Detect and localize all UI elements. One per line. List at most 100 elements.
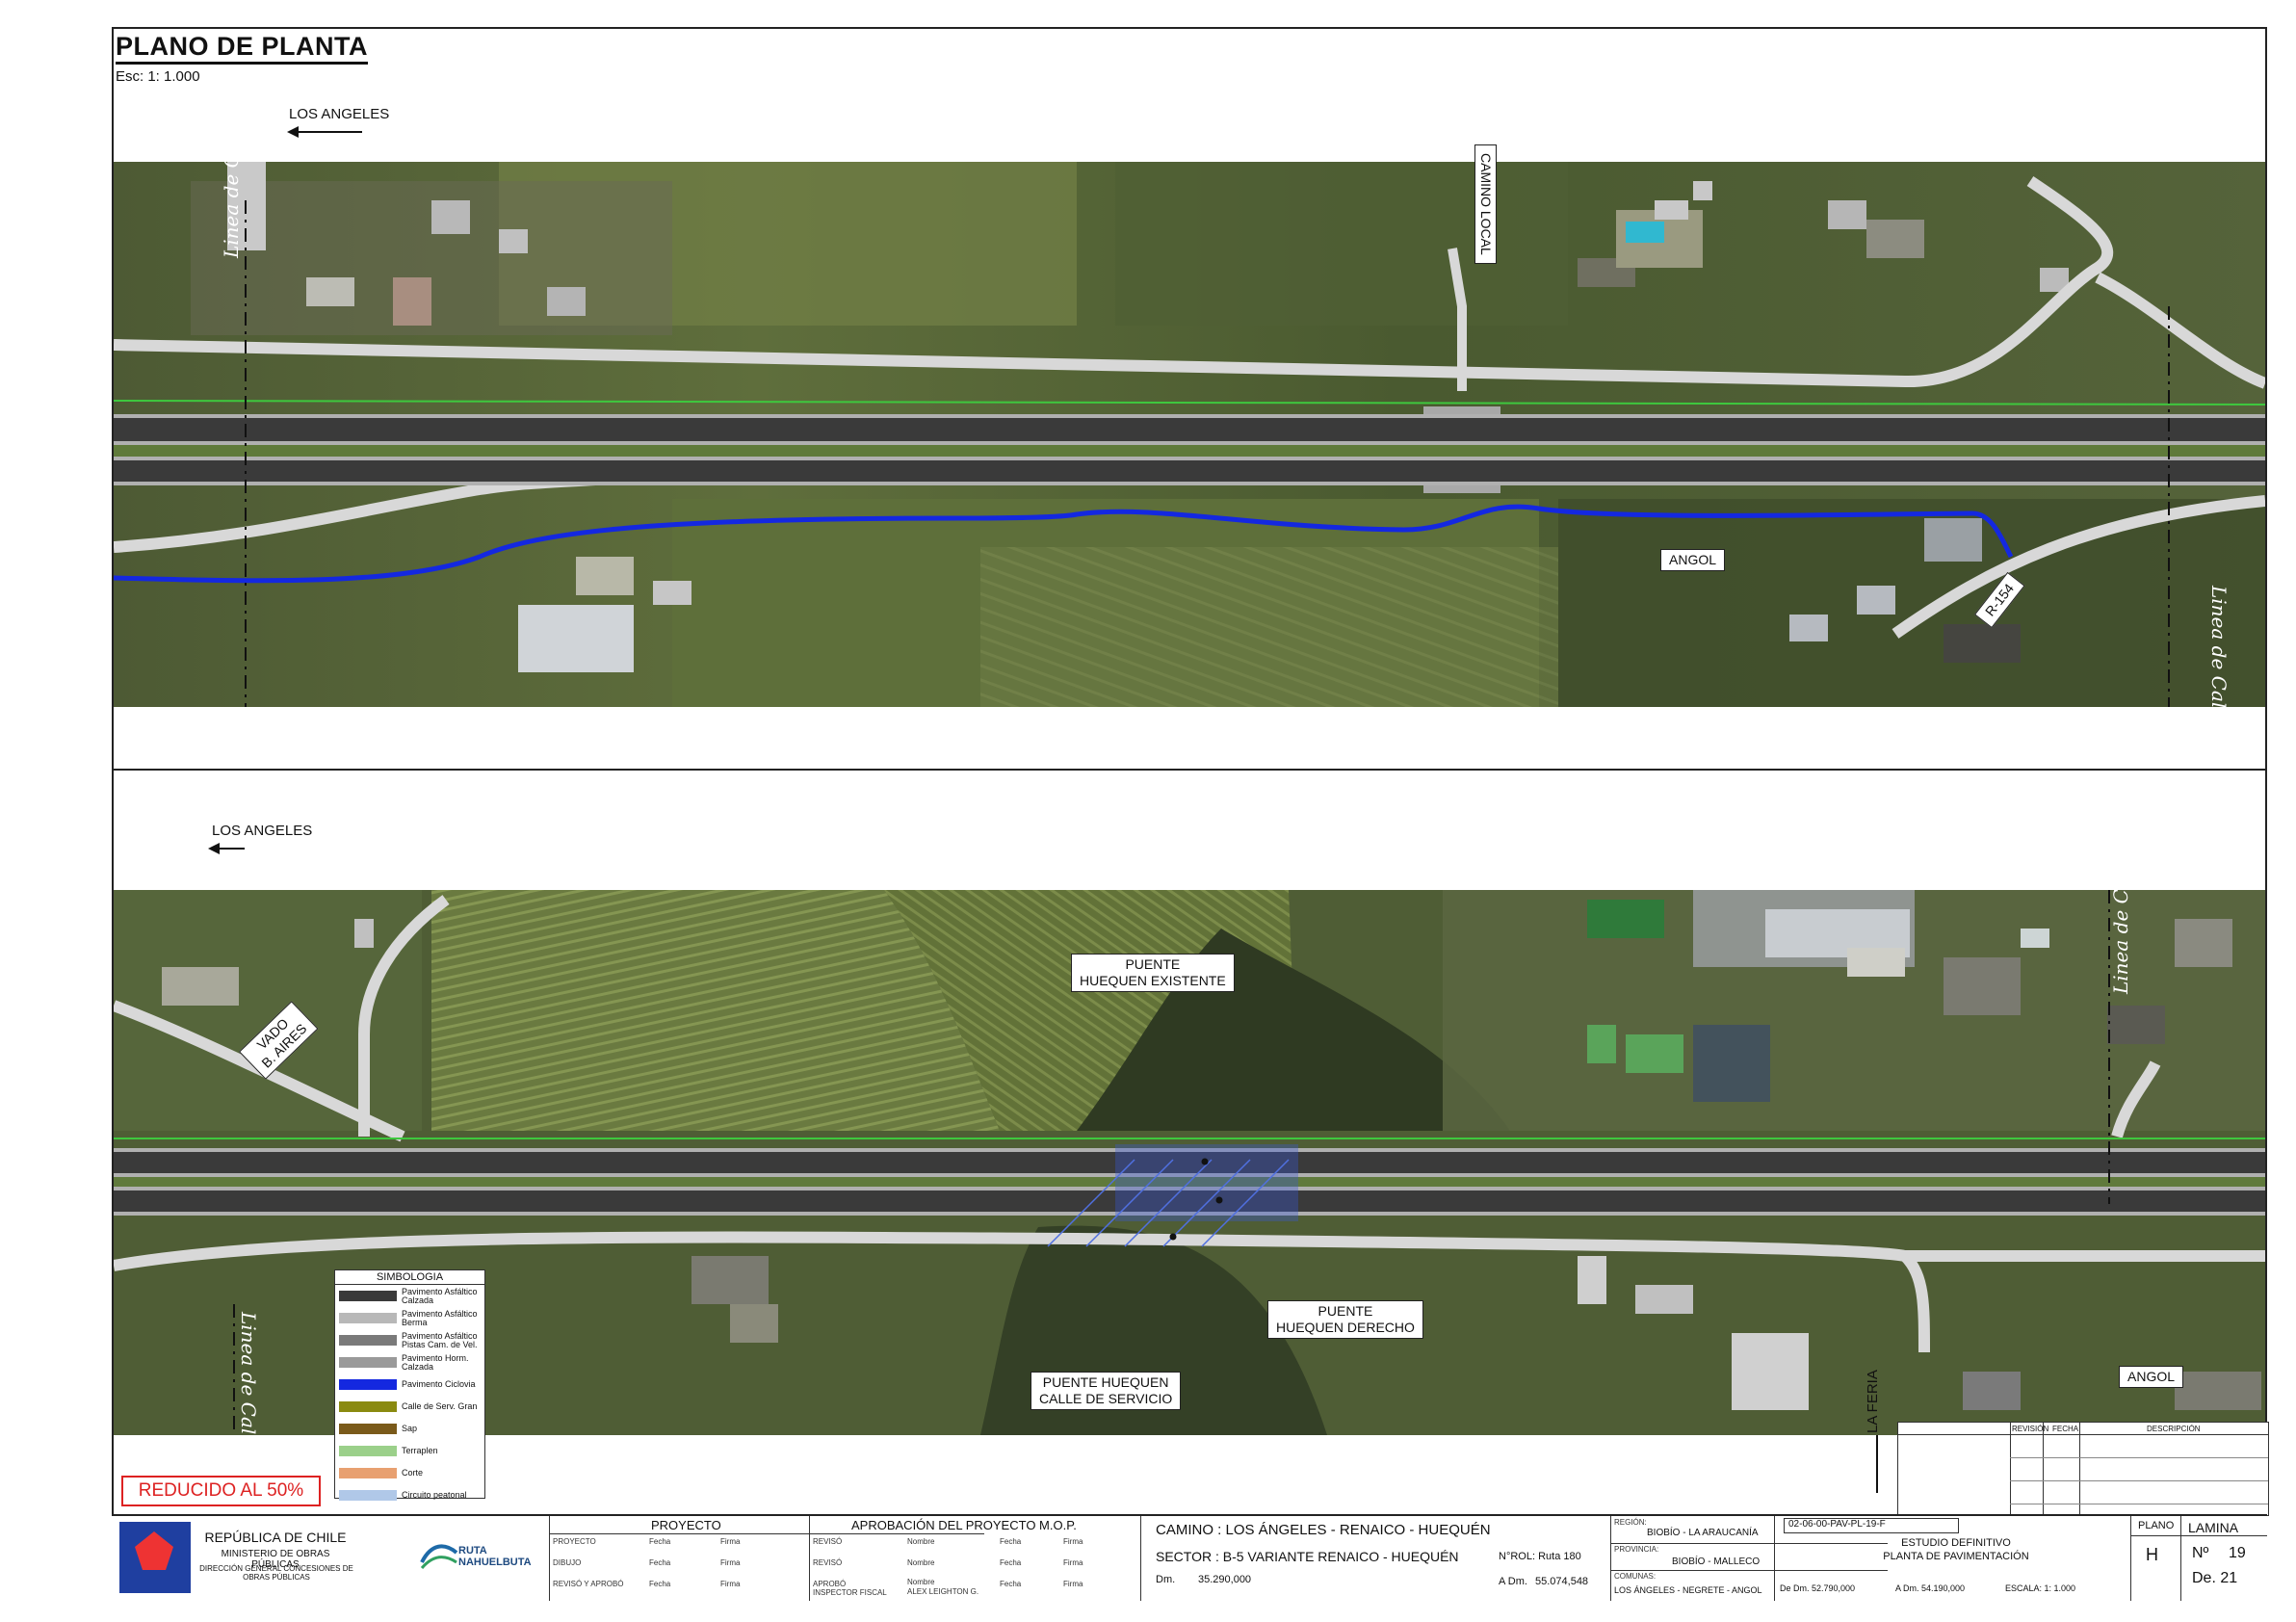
aprobacion-header: APROBACIÓN DEL PROYECTO M.O.P.	[851, 1518, 1077, 1532]
drawing-code: 02-06-00-PAV-PL-19-F	[1784, 1518, 1959, 1533]
proj-row-3: REVISÓ Y APROBÓ	[553, 1580, 624, 1588]
revision-table: REVISIÓN FECHA DESCRIPCIÓN	[1897, 1422, 2269, 1516]
puente-derecho-label: PUENTE HUEQUEN DERECHO	[1267, 1300, 1423, 1339]
los-angeles-label-bottom: LOS ANGELES	[212, 823, 313, 839]
legend-swatch	[339, 1490, 397, 1501]
plan-scale: Esc: 1: 1.000	[116, 68, 200, 85]
camino-local-label: CAMINO LOCAL	[1474, 144, 1497, 264]
puente-existente-line-1: PUENTE	[1125, 956, 1181, 972]
legend-swatch	[339, 1379, 397, 1390]
a-dm-label: A Dm. 54.190,000	[1895, 1583, 1966, 1593]
ministry-logo	[119, 1522, 191, 1593]
legend-row: Circuito peatonal	[335, 1484, 484, 1506]
de-dm-label: De Dm. 52.790,000	[1780, 1583, 1856, 1593]
plan-title: PLANO DE PLANTA	[116, 31, 368, 65]
legend-row: Pavimento Ciclovia	[335, 1373, 484, 1396]
mop-firma-2: Firma	[1063, 1558, 1083, 1567]
legend-label: Corte	[402, 1468, 424, 1478]
los-angeles-label-top: LOS ANGELES	[289, 106, 390, 122]
legend-row: Pavimento Horm. Calzada	[335, 1351, 484, 1373]
proj-firma-3: Firma	[720, 1580, 741, 1588]
legend-swatch	[339, 1357, 397, 1368]
legend-row: Pavimento Asfáltico Berma	[335, 1307, 484, 1329]
adm-value: 55.074,548	[1535, 1576, 1589, 1587]
top-aerial-map	[114, 162, 2265, 707]
top-aerial-panel: Linea de Calce Linea de Calce ANGOL R-15…	[114, 114, 2265, 730]
legend-swatch	[339, 1424, 397, 1434]
dm-label: Dm.	[1156, 1574, 1176, 1585]
calce-label-bottom-left: Linea de Calce	[237, 1312, 260, 1457]
legend-row: Corte	[335, 1462, 484, 1484]
panel-divider	[112, 769, 2267, 771]
title-block-top: PLANO DE PLANTA Esc: 1: 1.000	[116, 31, 368, 85]
calce-label-bottom-right: Linea de Calce	[2109, 849, 2132, 994]
escala-label: ESCALA: 1: 1.000	[2005, 1583, 2076, 1593]
nrol-label: N°ROL: Ruta 180	[1499, 1551, 1581, 1562]
mop-row-3: APROBÓ INSPECTOR FISCAL	[813, 1580, 887, 1597]
title-block: REPÚBLICA DE CHILE MINISTERIO DE OBRAS P…	[112, 1514, 2267, 1601]
provincia-value: BIOBÍO - MALLECO	[1672, 1557, 1761, 1567]
fecha-col-label: FECHA	[2052, 1425, 2079, 1433]
plano-label: PLANO	[2138, 1520, 2175, 1531]
brand-name: RUTA NAHUELBUTA	[458, 1545, 532, 1568]
legend-label: Sap	[402, 1424, 418, 1433]
plano-value: H	[2146, 1545, 2158, 1564]
puente-servicio-label: PUENTE HUEQUEN CALLE DE SERVICIO	[1031, 1372, 1182, 1410]
legend-label: Pavimento Asfáltico Pistas Cam. de Vel.	[402, 1330, 478, 1349]
puente-existente-label: PUENTE HUEQUEN EXISTENTE	[1071, 954, 1235, 992]
legend-row: Calle de Serv. Gran	[335, 1396, 484, 1418]
mop-fecha-3: Fecha	[1000, 1580, 1022, 1588]
legend-swatch	[339, 1291, 397, 1301]
legend-row: Sap	[335, 1418, 484, 1440]
puente-derecho-line-2: HUEQUEN DERECHO	[1276, 1320, 1415, 1335]
brand-wave-icon	[420, 1544, 458, 1570]
puente-servicio-line-1: PUENTE HUEQUEN	[1042, 1374, 1169, 1390]
legend-row: Pavimento Asfáltico Pistas Cam. de Vel.	[335, 1329, 484, 1351]
direction-label: DIRECCIÓN GENERAL CONCESIONES DE OBRAS P…	[199, 1564, 353, 1582]
adm-label: A Dm.	[1499, 1576, 1527, 1587]
mop-nombre-2: Nombre	[907, 1558, 935, 1567]
legend-label: Pavimento Asfáltico Calzada	[402, 1286, 478, 1305]
region-value: BIOBÍO - LA ARAUCANÍA	[1647, 1528, 1759, 1538]
planta-label: PLANTA DE PAVIMENTACIÓN	[1883, 1551, 2029, 1562]
descripcion-col-label: DESCRIPCIÓN	[2147, 1425, 2201, 1433]
legend-swatch	[339, 1468, 397, 1478]
lamina-value: 19	[2229, 1545, 2246, 1561]
inspector-name: ALEX LEIGHTON G.	[907, 1587, 979, 1596]
revision-col-label: REVISIÓN	[2012, 1425, 2049, 1433]
proj-firma-2: Firma	[720, 1558, 741, 1567]
provincia-label: PROVINCIA:	[1614, 1545, 1659, 1554]
angol-label-top: ANGOL	[1660, 549, 1726, 571]
legend-label: Pavimento Ciclovia	[402, 1379, 476, 1389]
calce-label-top-right: Linea de Calce	[2207, 586, 2231, 731]
proj-fecha-3: Fecha	[649, 1580, 671, 1588]
proj-firma-1: Firma	[720, 1537, 741, 1546]
estudio-label: ESTUDIO DEFINITIVO	[1901, 1537, 2011, 1549]
mop-nombre-3: Nombre	[907, 1578, 935, 1586]
mop-firma-1: Firma	[1063, 1537, 1083, 1546]
mop-fecha-1: Fecha	[1000, 1537, 1022, 1546]
legend-row: Terraplen	[335, 1440, 484, 1462]
region-label: REGIÓN:	[1614, 1518, 1647, 1527]
legend-title: SIMBOLOGIA	[335, 1270, 484, 1285]
brand-logo: RUTA NAHUELBUTA	[420, 1533, 532, 1572]
puente-servicio-line-2: CALLE DE SERVICIO	[1039, 1391, 1173, 1406]
calce-label-top-left: Linea de Calce	[220, 113, 243, 258]
sector-label: SECTOR : B-5 VARIANTE RENAICO - HUEQUÉN	[1156, 1549, 1459, 1564]
legend-label: Circuito peatonal	[402, 1490, 467, 1500]
legend-label: Calle de Serv. Gran	[402, 1401, 478, 1411]
legend-swatch	[339, 1313, 397, 1323]
arrow-left-icon	[287, 126, 362, 138]
legend-label: Terraplen	[402, 1446, 438, 1455]
proj-fecha-2: Fecha	[649, 1558, 671, 1567]
legend-swatch	[339, 1401, 397, 1412]
mop-nombre-1: Nombre	[907, 1537, 935, 1546]
country-label: REPÚBLICA DE CHILE	[204, 1530, 347, 1545]
proyecto-header: PROYECTO	[651, 1518, 721, 1532]
arrow-down-icon	[1876, 1435, 1878, 1493]
legend-row: Pavimento Asfáltico Calzada	[335, 1285, 484, 1307]
legend-swatch	[339, 1335, 397, 1346]
legend-label: Pavimento Horm. Calzada	[402, 1352, 469, 1372]
shield-icon	[135, 1531, 173, 1570]
camino-label: CAMINO : LOS ÁNGELES - RENAICO - HUEQUÉN	[1156, 1522, 1491, 1538]
